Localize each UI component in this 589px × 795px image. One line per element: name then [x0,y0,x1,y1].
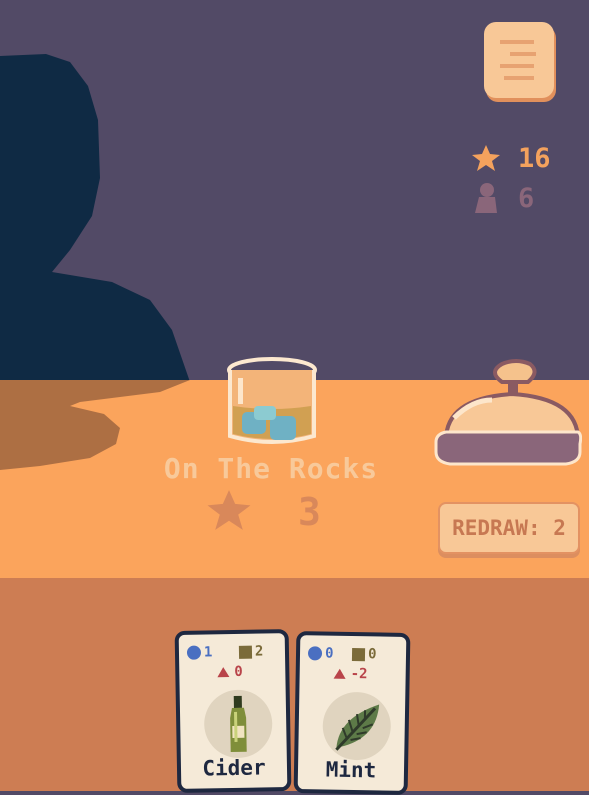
score-panel: 16 6 [470,138,570,218]
red-stat-value: -2 [350,665,368,683]
service-bell-icon [434,359,583,466]
service-bell[interactable] [432,358,583,470]
olive-square-icon [238,645,253,659]
red-triangle-icon [217,667,230,678]
drink-name: On The Rocks [163,452,379,485]
blue-stat: 1 [186,644,213,661]
olive-stat: 2 [238,643,264,660]
stars-count: 16 [518,142,551,174]
blue-stat-value: 1 [203,644,213,661]
customers-stat: 6 [470,178,570,218]
ingredient-card-cider[interactable]: 1 2 0 Cider [174,629,292,793]
card-name: Cider [202,755,266,781]
card-name: Mint [325,757,377,783]
card-art [203,689,273,759]
leaf-icon [335,704,380,751]
card-stats: 0 0 -2 [307,645,398,682]
star-icon [206,487,252,537]
customers-count: 6 [518,182,535,214]
red-stat: 0 [217,664,243,680]
olive-stat-value: 2 [254,643,264,660]
drink-score-value: 3 [298,490,321,534]
notes-icon [484,22,556,102]
olive-stat: 0 [351,646,377,663]
card-stats: 1 2 0 [186,643,277,680]
red-stat-value: 0 [234,663,243,680]
red-stat: -2 [333,665,368,683]
star-icon [470,142,502,174]
red-triangle-icon [333,668,346,679]
bottle-icon [230,695,247,753]
blue-dot-icon [186,645,202,660]
redraw-button[interactable]: REDRAW: 2 [438,502,580,554]
drink-score: 3 [206,486,346,538]
card-art [322,691,392,761]
olive-stat-value: 0 [367,646,377,663]
person-icon [470,182,502,214]
customer-silhouette [0,54,190,382]
olive-square-icon [351,647,366,661]
blue-stat-value: 0 [324,645,334,662]
drink-glass [224,356,320,450]
blue-stat: 0 [307,645,334,662]
stars-stat: 16 [470,138,570,178]
blue-dot-icon [307,646,323,661]
ingredient-card-mint[interactable]: 0 0 -2 Mint [293,631,411,795]
notes-button[interactable] [482,22,560,104]
